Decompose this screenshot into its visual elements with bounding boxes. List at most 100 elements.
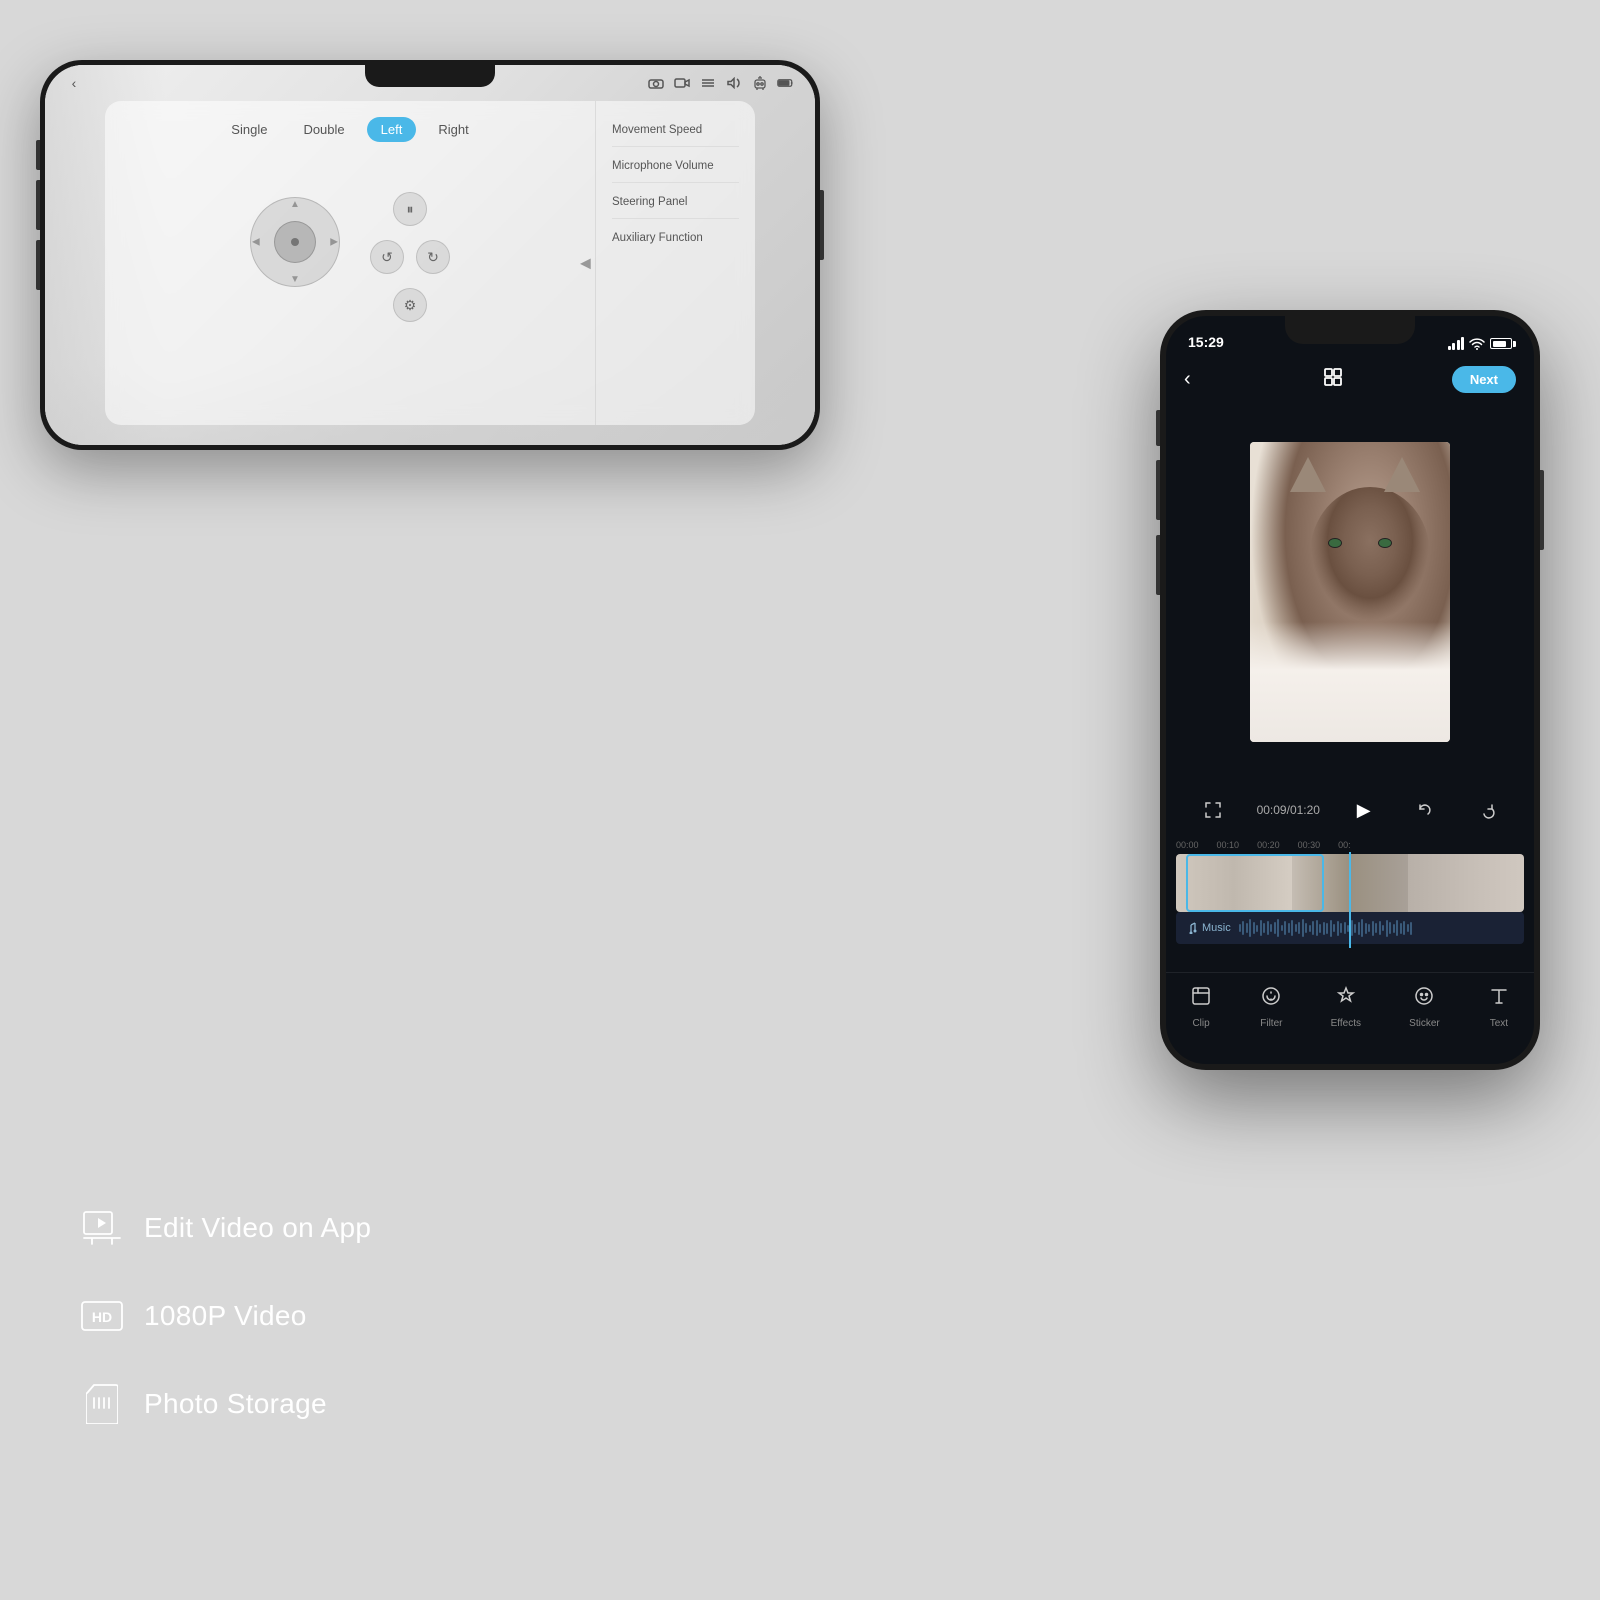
menu-item-steering-panel[interactable]: Steering Panel [612, 187, 739, 219]
phone1-frame: ‹ [40, 60, 820, 450]
phone1-side-btn-power [820, 190, 824, 260]
toolbar-effects[interactable]: Effects [1331, 985, 1361, 1029]
phone1-side-btn-vol-down [36, 240, 40, 290]
cat-image [1250, 442, 1450, 742]
toolbar-text[interactable]: Text [1488, 985, 1510, 1029]
phone2-statusbar: 15:29 [1166, 316, 1534, 356]
panel-right: ◀ Movement Speed Microphone Volume Steer… [595, 101, 755, 425]
play-button[interactable]: ▶ [1346, 792, 1382, 828]
edit-video-icon [80, 1206, 124, 1250]
feature-photo-storage: Photo Storage [80, 1382, 371, 1426]
pause-icon[interactable]: ⏸ [393, 192, 427, 226]
right-controls: ⏸ ↺ ↻ ⚙ [370, 192, 450, 322]
cat-eyes [1310, 538, 1410, 548]
feature-photo-storage-label: Photo Storage [144, 1388, 327, 1420]
joystick-area: ▲ ▼ ◀ ▶ ⏸ ↺ [250, 162, 450, 409]
feature-edit-video-label: Edit Video on App [144, 1212, 371, 1244]
video-icon[interactable] [673, 74, 691, 92]
redo-icon[interactable] [1469, 792, 1505, 828]
menu-item-auxiliary-function[interactable]: Auxiliary Function [612, 223, 739, 254]
music-waveform [1239, 918, 1514, 938]
rotate-right-icon[interactable]: ↻ [416, 240, 450, 274]
phone1-screen: ‹ [45, 65, 815, 445]
phone2-playback-controls: 00:09/01:20 ▶ [1166, 782, 1534, 838]
panel-left: Single Double Left Right [105, 101, 595, 425]
cat-ear-right [1384, 457, 1420, 492]
music-track-label: Music [1202, 922, 1231, 934]
timeline-mark-0: 00:00 [1176, 840, 1199, 850]
clip-label: Clip [1192, 1018, 1209, 1029]
next-button[interactable]: Next [1452, 366, 1516, 393]
back-button[interactable]: ‹ [1184, 368, 1214, 391]
arrow-down-icon: ▼ [290, 274, 300, 285]
cat-eye-left [1328, 538, 1342, 548]
clip-icon [1190, 985, 1212, 1013]
timeline-mark-2: 00:20 [1257, 840, 1280, 850]
strip-thumb-1 [1176, 854, 1292, 912]
phone2-btn-power [1540, 470, 1544, 550]
playhead-line [1349, 852, 1351, 948]
settings-icon[interactable]: ⚙ [393, 288, 427, 322]
timeline-mark-1: 00:10 [1217, 840, 1240, 850]
arrow-left-icon: ◀ [252, 237, 260, 248]
menu-item-movement-speed[interactable]: Movement Speed [612, 115, 739, 147]
timeline-mark-4: 00: [1338, 840, 1351, 850]
mode-btn-right[interactable]: Right [424, 117, 482, 142]
phone2-frame: 15:29 [1160, 310, 1540, 1070]
feature-edit-video: Edit Video on App [80, 1206, 371, 1250]
timecode: 00:09/01:20 [1257, 803, 1320, 817]
text-icon [1488, 985, 1510, 1013]
phone1-statusbar-left: ‹ [65, 74, 83, 92]
filter-icon [1260, 985, 1282, 1013]
phone1-device: ‹ [40, 60, 820, 450]
mode-btn-single[interactable]: Single [217, 117, 281, 142]
phone2-battery-icon [1490, 338, 1512, 349]
timeline-mark-3: 00:30 [1298, 840, 1321, 850]
rotate-left-icon[interactable]: ↺ [370, 240, 404, 274]
phone2-time: 15:29 [1188, 334, 1224, 350]
phone2-device: 15:29 [1160, 310, 1540, 1070]
feature-1080p: HD 1080P Video [80, 1294, 371, 1338]
fullscreen-icon[interactable] [1195, 792, 1231, 828]
phone1-statusbar-right [647, 74, 795, 92]
joystick[interactable]: ▲ ▼ ◀ ▶ [250, 197, 340, 287]
mode-buttons: Single Double Left Right [217, 117, 482, 142]
sd-card-icon [80, 1382, 124, 1426]
hd-icon: HD [80, 1294, 124, 1338]
camera-icon[interactable] [647, 74, 665, 92]
effects-label: Effects [1331, 1018, 1361, 1029]
text-label: Text [1490, 1018, 1508, 1029]
phone1-side-btn-mute [36, 140, 40, 170]
sticker-label: Sticker [1409, 1018, 1440, 1029]
speaker-icon[interactable] [725, 74, 743, 92]
panel-collapse-arrow[interactable]: ◀ [580, 255, 591, 272]
phone2-navbar: ‹ Next [1166, 356, 1534, 402]
mode-btn-left[interactable]: Left [367, 117, 417, 142]
wifi-icon [1469, 338, 1485, 350]
undo-icon[interactable] [1407, 792, 1443, 828]
arrow-up-icon: ▲ [290, 199, 300, 210]
list-icon[interactable] [699, 74, 717, 92]
sticker-icon [1413, 985, 1435, 1013]
cat-ear-left [1290, 457, 1326, 492]
back-icon[interactable]: ‹ [65, 74, 83, 92]
toolbar-sticker[interactable]: Sticker [1409, 985, 1440, 1029]
phone2-screen: 15:29 [1166, 316, 1534, 1064]
phone2-video-area [1166, 402, 1534, 782]
menu-item-microphone-volume[interactable]: Microphone Volume [612, 151, 739, 183]
phone2-timeline: 00:00 00:10 00:20 00:30 00: [1166, 838, 1534, 852]
phone2-btn-vol-up [1156, 460, 1160, 520]
phone2-status-icons [1448, 337, 1513, 350]
expand-icon[interactable] [1322, 366, 1344, 393]
mode-btn-double[interactable]: Double [289, 117, 358, 142]
phone2-btn-mute [1156, 410, 1160, 446]
feature-1080p-label: 1080P Video [144, 1300, 307, 1332]
arrow-right-icon: ▶ [330, 237, 338, 248]
signal-bars-icon [1448, 337, 1465, 350]
svg-text:HD: HD [92, 1309, 112, 1325]
joystick-arrows: ▲ ▼ ◀ ▶ [250, 197, 340, 287]
toolbar-filter[interactable]: Filter [1260, 985, 1282, 1029]
toolbar-clip[interactable]: Clip [1190, 985, 1212, 1029]
phone1-statusbar: ‹ [45, 65, 815, 101]
cat-eye-right [1378, 538, 1392, 548]
